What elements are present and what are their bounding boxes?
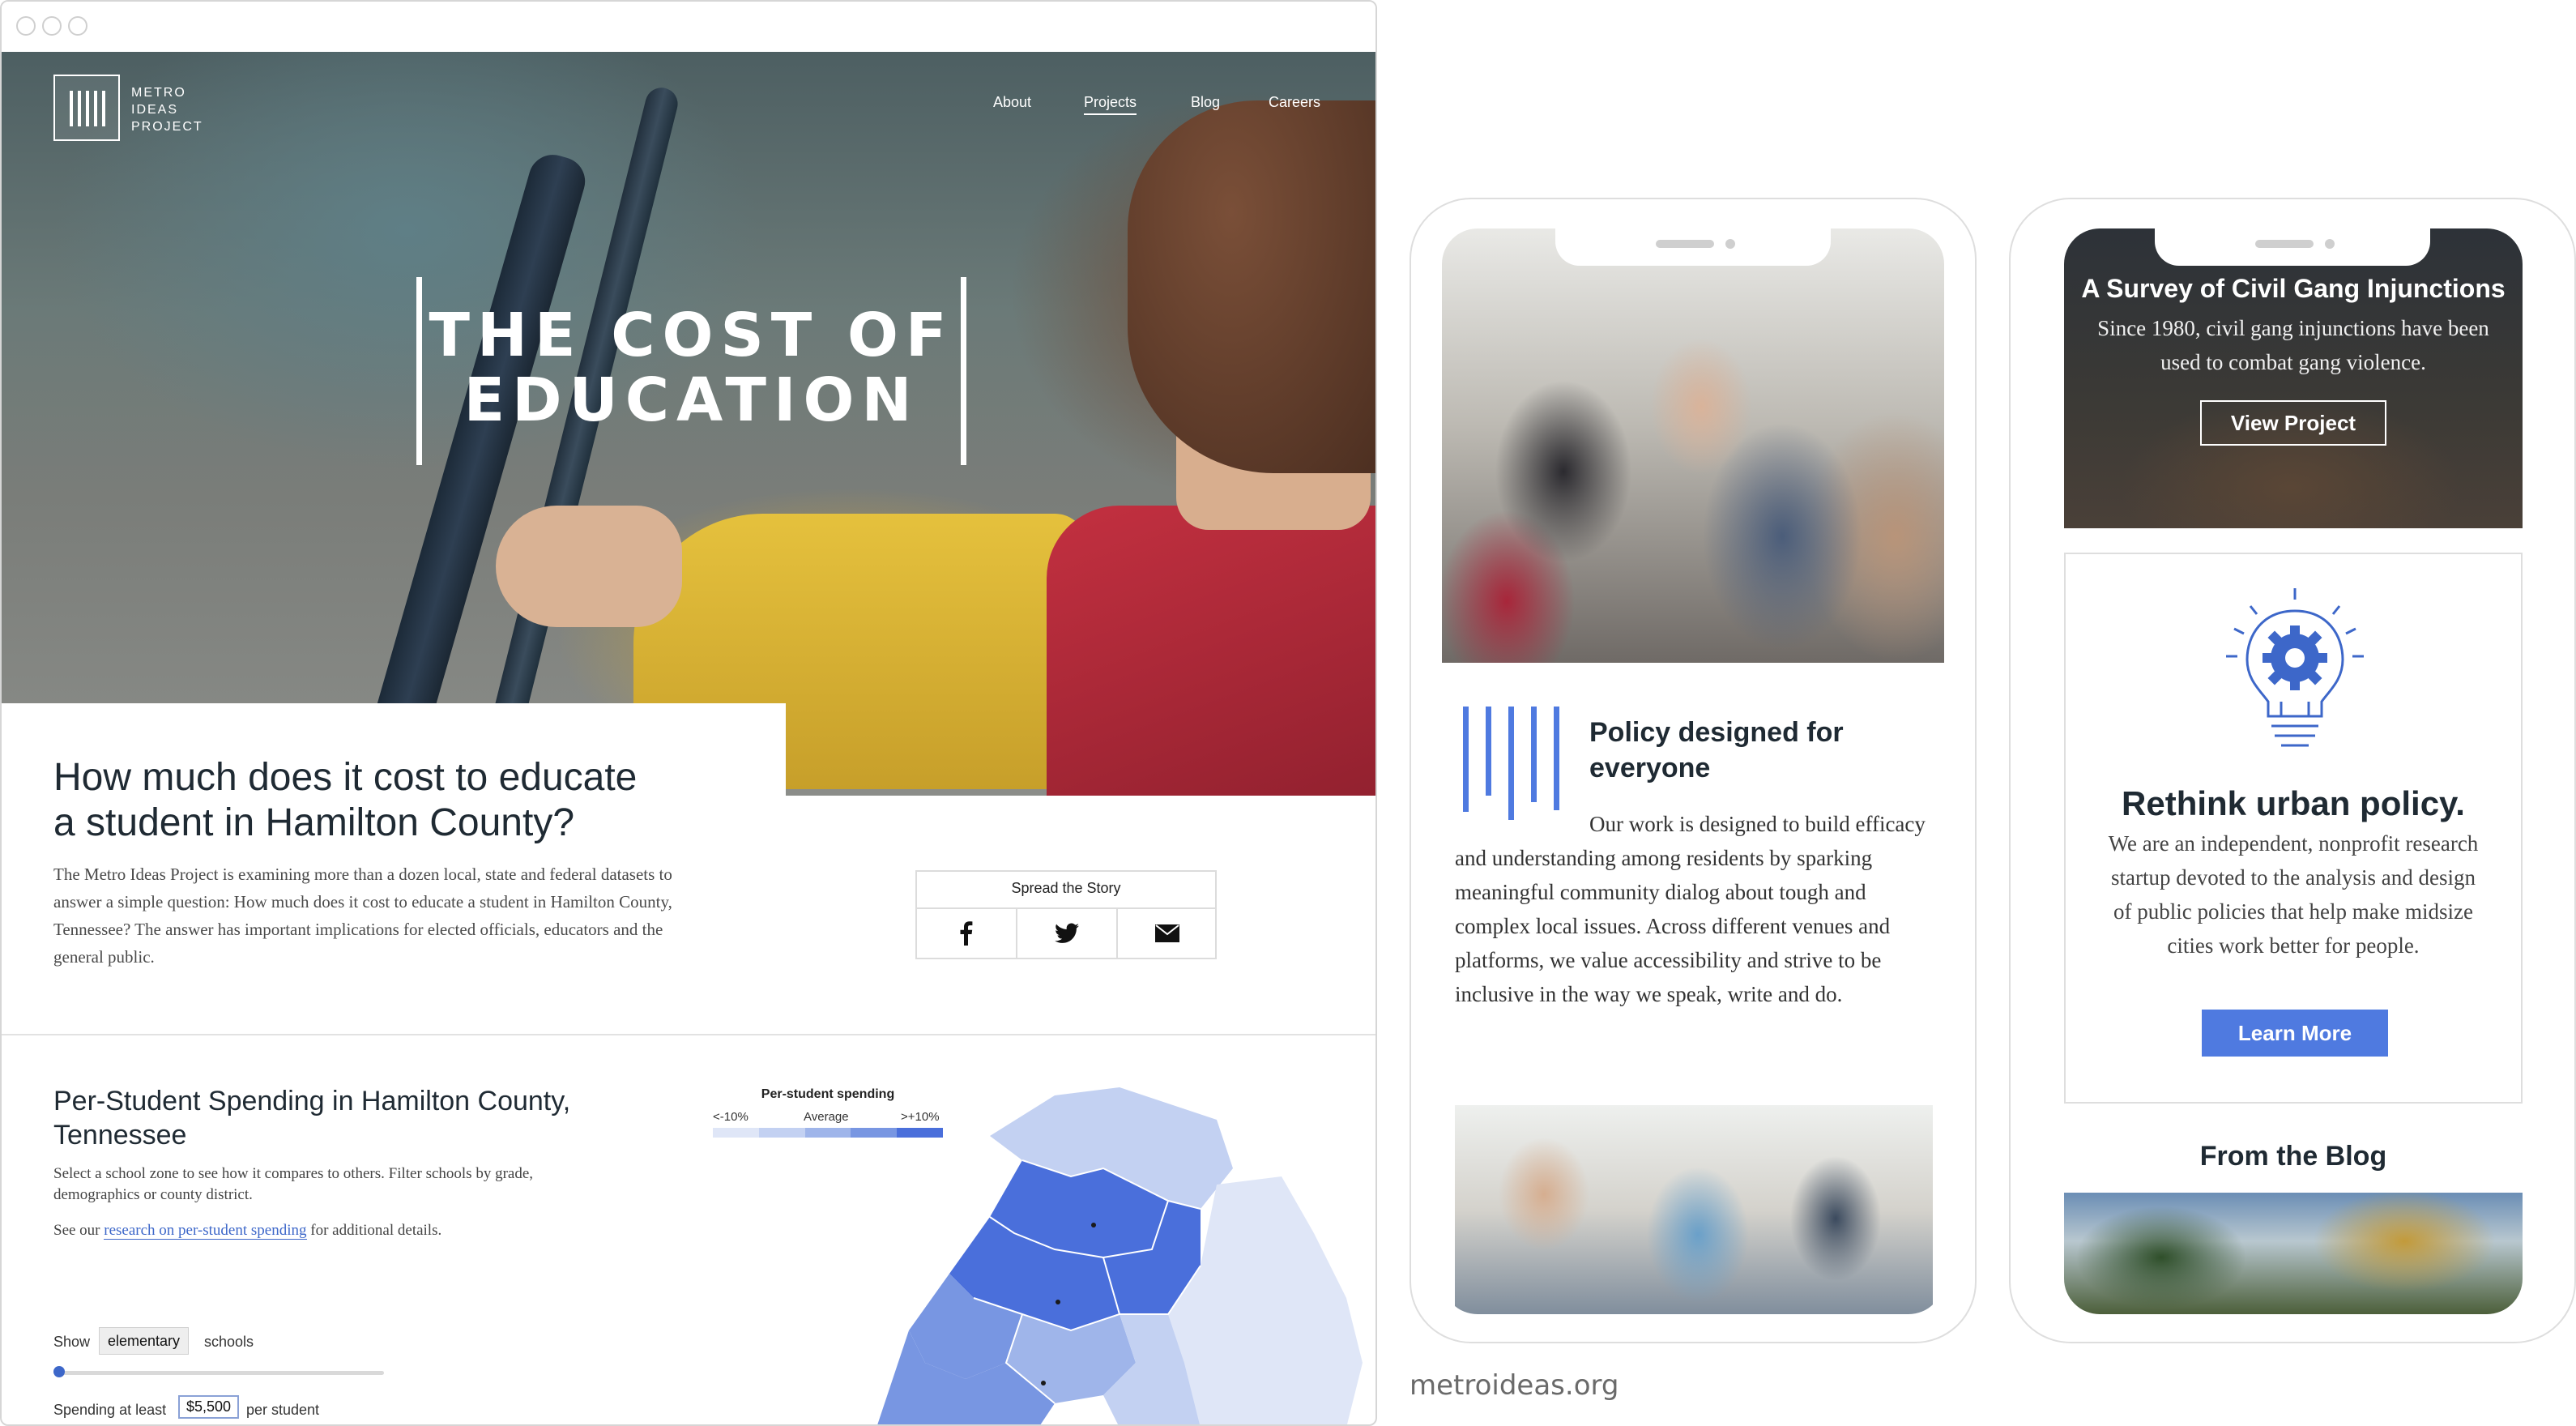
school-zone-map[interactable] [860, 1071, 1377, 1426]
learn-more-button[interactable]: Learn More [2202, 1010, 2388, 1057]
hero-hand [496, 506, 682, 627]
nav-blog[interactable]: Blog [1191, 94, 1220, 111]
hero-title-line: THE COST OF [429, 301, 954, 370]
legend-low-label: <-10% [713, 1110, 748, 1124]
share-email-button[interactable] [1118, 909, 1217, 958]
minimize-window-dot[interactable] [42, 16, 62, 36]
school-marker[interactable] [1056, 1300, 1060, 1304]
grade-select[interactable]: elementary [99, 1327, 190, 1355]
phone-1-body: Our work is designed to build efficacy a… [1455, 807, 1933, 1011]
legend-color-swatch [713, 1128, 759, 1138]
community-meeting-photo [1442, 228, 1944, 663]
browser-window: METRO IDEAS PROJECT About Projects Blog … [0, 0, 1377, 1426]
twitter-icon [1055, 923, 1079, 943]
spending-see-more: See our research on per-student spending… [53, 1222, 621, 1240]
grade-slider-handle[interactable] [53, 1366, 65, 1377]
phone-1-speaker [1656, 240, 1714, 248]
share-twitter-button[interactable] [1017, 909, 1116, 958]
phone-2-camera [2325, 239, 2335, 249]
schools-label: schools [204, 1334, 254, 1350]
legend-color-swatch [758, 1128, 805, 1138]
view-project-button[interactable]: View Project [2200, 400, 2386, 446]
share-facebook-button[interactable] [917, 909, 1016, 958]
see-prefix: See our [53, 1222, 104, 1239]
project-banner-body: Since 1980, civil gang injunctions have … [2097, 316, 2489, 374]
hero-title-line: EDUCATION [463, 365, 919, 435]
per-student-label: per student [246, 1402, 320, 1418]
spending-amount-input[interactable]: $5,500 [178, 1395, 240, 1419]
maximize-window-dot[interactable] [68, 16, 87, 36]
spending-description: Select a school zone to see how it compa… [53, 1165, 534, 1203]
nav-projects[interactable]: Projects [1084, 94, 1137, 115]
rethink-policy-title: Rethink urban policy. [2122, 784, 2465, 822]
email-icon [1155, 924, 1179, 942]
school-marker[interactable] [1041, 1381, 1046, 1385]
phone-1-camera [1725, 239, 1735, 249]
phone-mockup-2: A Survey of Civil Gang Injunctions Since… [2009, 198, 2576, 1343]
intro-body: The Metro Ideas Project is examining mor… [53, 865, 672, 967]
hero-title: THE COST OF EDUCATION [422, 303, 961, 433]
hero-title-right-rule [961, 277, 966, 465]
site-logo-text[interactable]: METRO IDEAS PROJECT [131, 84, 203, 135]
facebook-icon [960, 921, 973, 946]
rethink-policy-card: Rethink urban policy. We are an independ… [2064, 553, 2523, 1104]
logo-word: PROJECT [131, 120, 203, 134]
research-link[interactable]: research on per-student spending [104, 1222, 307, 1240]
blog-section-title: From the Blog [2199, 1141, 2387, 1172]
site-url: metroideas.org [1410, 1369, 1619, 1402]
phone-1-heading: Policy designed for everyone [1589, 717, 1844, 783]
logo-word: IDEAS [131, 103, 179, 117]
phone-2-notch [2155, 227, 2430, 266]
nav-careers[interactable]: Careers [1269, 94, 1320, 111]
phone-1-notch [1555, 227, 1831, 266]
project-banner-title: A Survey of Civil Gang Injunctions [2081, 274, 2506, 303]
phone-2-screen: A Survey of Civil Gang Injunctions Since… [2064, 228, 2523, 1314]
intro-heading: How much does it cost to educate a stude… [53, 756, 638, 844]
browser-title-bar [2, 2, 1375, 53]
site-logo-mark[interactable] [53, 75, 120, 141]
legend-average-label: Average [804, 1110, 849, 1124]
legend-color-swatch [804, 1128, 851, 1138]
section-divider [2, 1034, 1375, 1035]
see-suffix: for additional details. [306, 1222, 442, 1239]
hero-head [1128, 100, 1375, 473]
share-box: Spread the Story [915, 870, 1217, 959]
close-window-dot[interactable] [16, 16, 36, 36]
phone-mockup-1: Policy designed for everyone Our work is… [1410, 198, 1977, 1343]
spending-heading: Per-Student Spending in Hamilton County,… [53, 1086, 571, 1151]
phone-1-screen: Policy designed for everyone Our work is… [1442, 228, 1944, 1314]
grade-slider-track[interactable] [57, 1371, 384, 1375]
nav-about[interactable]: About [993, 94, 1031, 111]
project-banner: A Survey of Civil Gang Injunctions Since… [2064, 228, 2523, 528]
lightbulb-gear-icon [2226, 588, 2364, 747]
rethink-policy-body: We are an independent, nonprofit researc… [2108, 831, 2479, 958]
metro-ideas-bars-logo [1463, 707, 1559, 820]
share-title: Spread the Story [1011, 880, 1121, 896]
hero-backpack [1047, 506, 1375, 796]
team-meeting-photo [1455, 1105, 1933, 1314]
show-label: Show [53, 1334, 91, 1350]
hero-title-left-rule [416, 277, 422, 465]
spending-at-least-label: Spending at least [53, 1402, 167, 1418]
school-marker[interactable] [1091, 1223, 1096, 1227]
logo-word: METRO [131, 86, 186, 100]
blog-post-photo[interactable] [2064, 1193, 2523, 1314]
phone-2-speaker [2255, 240, 2314, 248]
